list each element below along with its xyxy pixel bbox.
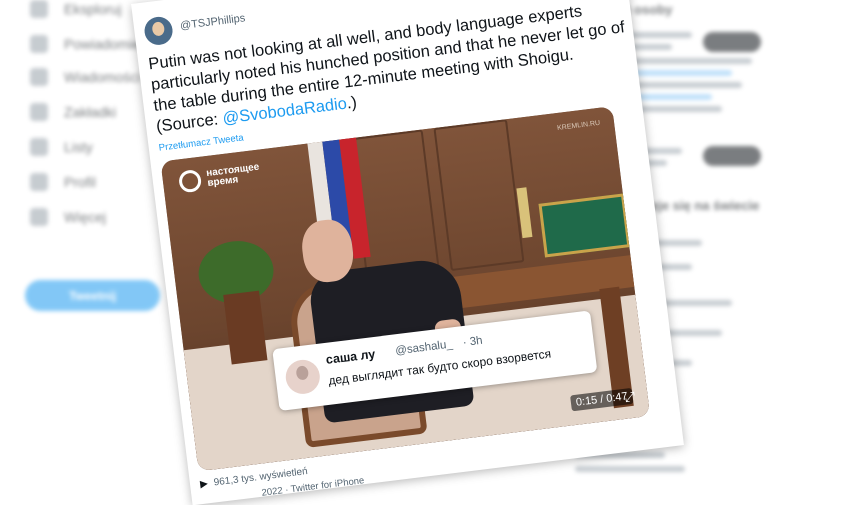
reply-avatar: [283, 357, 322, 396]
hashtag-icon: [30, 0, 48, 18]
tweet-body-end: .): [345, 93, 358, 113]
tweet-compose-button[interactable]: Tweetnij: [25, 280, 160, 311]
follow-button[interactable]: [703, 32, 761, 52]
author-handle[interactable]: @TSJPhillips: [179, 12, 246, 32]
fullscreen-icon[interactable]: ⤢: [624, 389, 636, 406]
nav-label: Listy: [64, 139, 93, 155]
nav-item-explore[interactable]: Eksploruj: [30, 0, 122, 18]
reply-handle: @sashalu_: [394, 338, 454, 358]
nav-item-bookmarks[interactable]: Zakładki: [30, 103, 116, 121]
nav-label: Więcej: [64, 209, 107, 225]
reply-time: · 3h: [462, 334, 484, 350]
reply-name: саша лу: [325, 346, 377, 367]
tweet-date: 2022: [260, 485, 284, 499]
follow-button[interactable]: [703, 146, 761, 166]
placeholder-line: [575, 466, 685, 472]
nav-item-profile[interactable]: Profil: [30, 173, 96, 191]
play-icon: ▶: [199, 478, 209, 491]
nav-label: Eksploruj: [64, 1, 122, 17]
person-icon: [30, 173, 48, 191]
mail-icon: [30, 68, 48, 86]
list-icon: [30, 138, 48, 156]
nav-item-lists[interactable]: Listy: [30, 138, 93, 156]
nav-item-more[interactable]: Więcej: [30, 208, 106, 226]
author-avatar[interactable]: [142, 15, 175, 47]
nav-label: Zakładki: [64, 104, 117, 120]
tweet-source[interactable]: Twitter for iPhone: [290, 475, 365, 495]
nav-item-messages[interactable]: Wiadomości: [30, 68, 140, 86]
tweet-card[interactable]: @TSJPhillips Putin was not looking at al…: [131, 0, 684, 505]
nav-label: Profil: [64, 174, 96, 190]
nav-label: Wiadomości: [64, 69, 141, 85]
play-logo-icon: [177, 168, 203, 194]
bell-icon: [30, 35, 48, 53]
video-player[interactable]: настоящее время KREMLIN.RU саша лу @sash…: [160, 106, 651, 472]
more-icon: [30, 208, 48, 226]
bookmark-icon: [30, 103, 48, 121]
desk-set: [538, 193, 631, 258]
